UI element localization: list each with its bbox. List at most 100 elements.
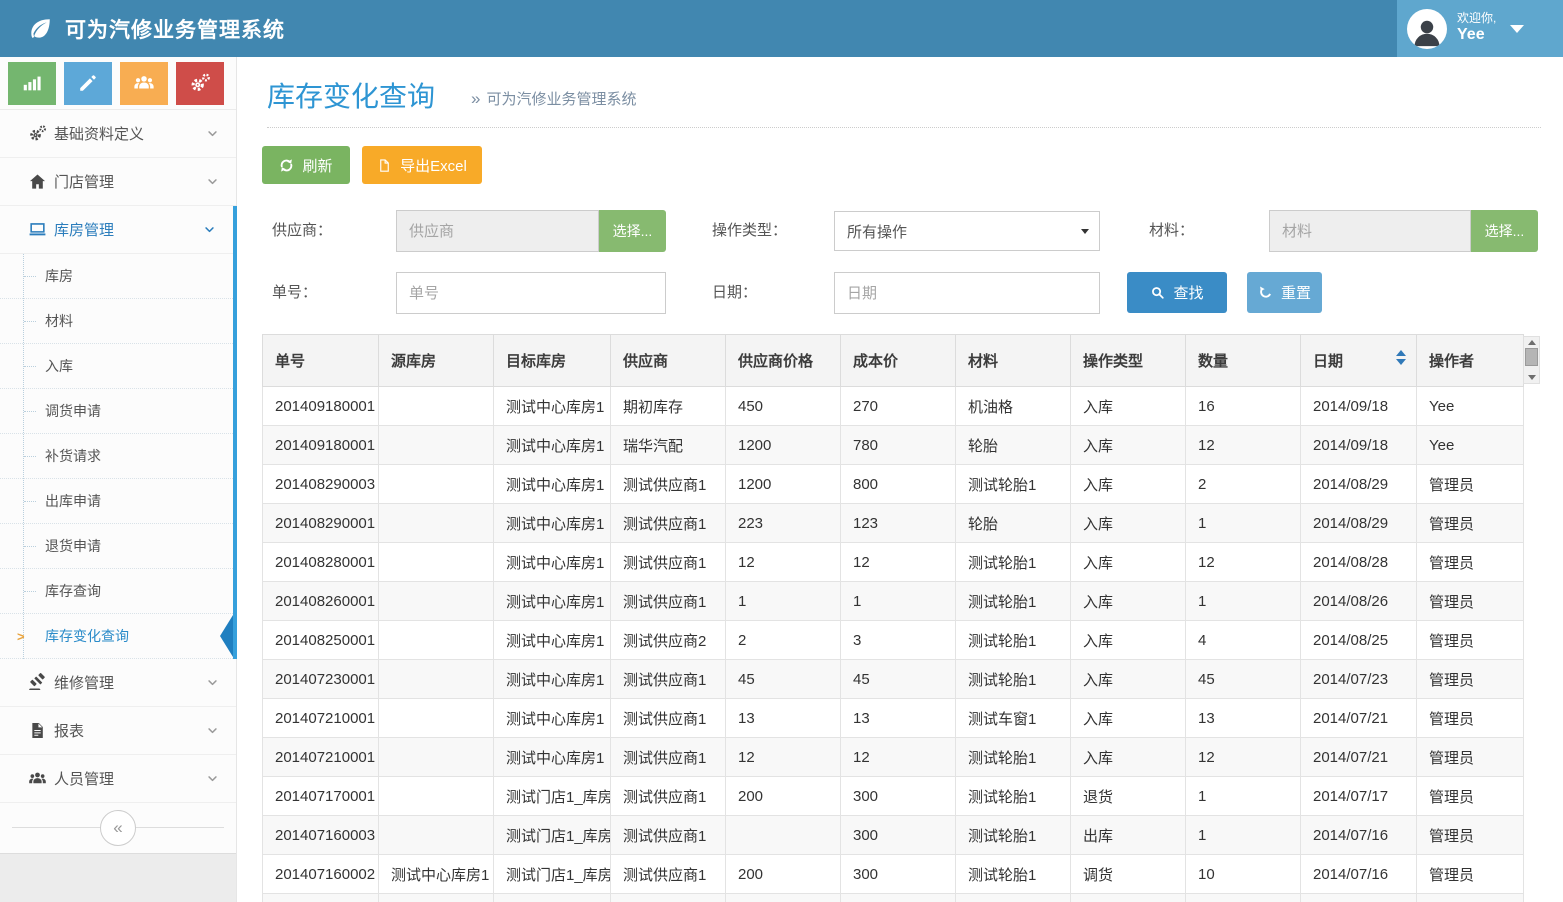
sidebar-item-label: 基础资料定义 xyxy=(54,123,205,144)
app-brand: 可为汽修业务管理系统 xyxy=(0,0,285,57)
desktop-icon xyxy=(20,220,54,239)
table-row[interactable]: 201409180001测试中心库房1期初库存450270机油格入库162014… xyxy=(263,387,1524,426)
table-cell: 期初库存 xyxy=(611,387,726,426)
active-item-arrow-icon xyxy=(220,615,233,657)
table-cell: Yee xyxy=(1417,387,1524,426)
scroll-up-icon[interactable] xyxy=(1528,340,1536,345)
sort-icon[interactable] xyxy=(1396,350,1410,365)
sidebar-subitem-入库[interactable]: 入库 xyxy=(0,344,233,389)
supplier-input[interactable] xyxy=(396,210,599,252)
sidebar-subitem-出库申请[interactable]: 出库申请 xyxy=(0,479,233,524)
table-row[interactable]: 201407160003测试门店1_库房测试供应商1300测试轮胎1出库1201… xyxy=(263,816,1524,855)
sidebar-item-报表[interactable]: 报表 xyxy=(0,707,236,755)
sidebar-item-基础资料定义[interactable]: 基础资料定义 xyxy=(0,110,236,158)
column-header-源库房[interactable]: 源库房 xyxy=(379,335,494,387)
operation-type-select[interactable]: 所有操作 xyxy=(834,211,1100,251)
table-cell: 1 xyxy=(726,582,841,621)
column-header-材料[interactable]: 材料 xyxy=(956,335,1071,387)
table-row[interactable]: 201408290003测试中心库房1测试供应商11200800测试轮胎1入库2… xyxy=(263,465,1524,504)
table-row[interactable]: 201408260001测试中心库房1测试供应商111测试轮胎1入库12014/… xyxy=(263,582,1524,621)
table-cell xyxy=(379,777,494,816)
table-row[interactable]: 201407160002测试中心库房1测试门店1_库房测试供应商1200300测… xyxy=(263,855,1524,894)
sidebar-subitem-库存变化查询[interactable]: >库存变化查询 xyxy=(0,614,233,659)
column-header-供应商价格[interactable]: 供应商价格 xyxy=(726,335,841,387)
sidebar-subitem-库房[interactable]: 库房 xyxy=(0,254,233,299)
sidebar-item-人员管理[interactable]: 人员管理 xyxy=(0,755,236,803)
home-icon xyxy=(20,172,54,191)
sidebar-subitem-退货申请[interactable]: 退货申请 xyxy=(0,524,233,569)
table-row[interactable]: 201409180001测试中心库房1瑞华汽配1200780轮胎入库122014… xyxy=(263,426,1524,465)
export-excel-button[interactable]: 导出Excel xyxy=(362,146,482,184)
table-row[interactable]: 201408290001测试中心库房1测试供应商1223123轮胎入库12014… xyxy=(263,504,1524,543)
chart-bars-icon xyxy=(21,72,43,94)
material-choose-button[interactable]: 选择... xyxy=(1471,210,1538,252)
sidebar-subitem-材料[interactable]: 材料 xyxy=(0,299,233,344)
page-title: 库存变化查询 xyxy=(267,75,435,115)
table-cell: 1 xyxy=(1186,504,1301,543)
quick-gears-button[interactable] xyxy=(176,62,224,105)
column-header-label: 操作类型 xyxy=(1083,353,1143,370)
date-input[interactable] xyxy=(834,272,1100,314)
table-cell: 测试中心库房1 xyxy=(494,738,611,777)
table-cell: 200 xyxy=(726,855,841,894)
user-text: 欢迎你, Yee xyxy=(1457,12,1496,44)
sidebar-subitem-调货申请[interactable]: 调货申请 xyxy=(0,389,233,434)
table-cell: 2014/09/18 xyxy=(1301,387,1417,426)
table-scrollbar[interactable] xyxy=(1523,336,1540,384)
table-row[interactable]: 201407210001测试中心库房1测试供应商11313测试车窗1入库1320… xyxy=(263,699,1524,738)
column-header-label: 日期 xyxy=(1313,353,1343,370)
table-cell: 测试中心库房1 xyxy=(379,855,494,894)
sidebar-item-维修管理[interactable]: 维修管理 xyxy=(0,659,236,707)
table-cell: 1 xyxy=(841,582,956,621)
sidebar-item-门店管理[interactable]: 门店管理 xyxy=(0,158,236,206)
sidebar-subitem-补货请求[interactable]: 补货请求 xyxy=(0,434,233,479)
column-header-操作者[interactable]: 操作者 xyxy=(1417,335,1524,387)
quick-chart-bars-button[interactable] xyxy=(8,62,56,105)
table-row[interactable]: 201407170001测试门店1_库房测试供应商1200300测试轮胎1退货1… xyxy=(263,777,1524,816)
quick-pencil-button[interactable] xyxy=(64,62,112,105)
column-header-目标库房[interactable]: 目标库房 xyxy=(494,335,611,387)
table-cell: 测试轮胎1 xyxy=(956,660,1071,699)
chevron-down-icon xyxy=(205,126,220,141)
reset-button[interactable]: 重置 xyxy=(1247,272,1322,313)
table-cell: 201408290001 xyxy=(263,504,379,543)
table-cell: 45 xyxy=(726,660,841,699)
table-cell: 测试中心库房1 xyxy=(494,699,611,738)
table-cell: 测试轮胎1 xyxy=(956,816,1071,855)
supplier-choose-button[interactable]: 选择... xyxy=(599,210,666,252)
quick-users-button[interactable] xyxy=(120,62,168,105)
table-row[interactable]: 201407230001测试中心库房1测试供应商14545测试轮胎1入库4520… xyxy=(263,660,1524,699)
column-header-供应商[interactable]: 供应商 xyxy=(611,335,726,387)
column-header-成本价[interactable]: 成本价 xyxy=(841,335,956,387)
table-cell: 12 xyxy=(1186,543,1301,582)
column-header-数量[interactable]: 数量 xyxy=(1186,335,1301,387)
column-header-label: 操作者 xyxy=(1429,353,1474,370)
refresh-button[interactable]: 刷新 xyxy=(262,146,350,184)
column-header-操作类型[interactable]: 操作类型 xyxy=(1071,335,1186,387)
user-menu[interactable]: 欢迎你, Yee xyxy=(1397,0,1563,57)
table-cell: 测试供应商1 xyxy=(611,816,726,855)
table-cell: 201407210001 xyxy=(263,738,379,777)
search-icon xyxy=(1150,285,1165,300)
table-cell: 200 xyxy=(726,777,841,816)
table-row[interactable]: 201407210001测试中心库房1测试供应商11212测试轮胎1入库1220… xyxy=(263,738,1524,777)
search-button[interactable]: 查找 xyxy=(1127,272,1227,313)
sidebar-item-库房管理[interactable]: 库房管理 xyxy=(0,206,233,254)
material-input[interactable] xyxy=(1269,210,1471,252)
table-cell: 测试供应商1 xyxy=(611,777,726,816)
sidebar-subitem-label: 出库申请 xyxy=(45,493,101,509)
table-row[interactable]: 201408280001测试中心库房1测试供应商11212测试轮胎1入库1220… xyxy=(263,543,1524,582)
table-row[interactable]: 201408250001测试中心库房1测试供应商223测试轮胎1入库42014/… xyxy=(263,621,1524,660)
order-number-input[interactable] xyxy=(396,272,666,314)
scroll-down-icon[interactable] xyxy=(1528,375,1536,380)
table-cell xyxy=(956,894,1071,902)
table-cell: 入库 xyxy=(1071,582,1186,621)
sidebar-subitem-库存查询[interactable]: 库存查询 xyxy=(0,569,233,614)
table-cell: 2014/08/29 xyxy=(1301,504,1417,543)
column-header-单号[interactable]: 单号 xyxy=(263,335,379,387)
scroll-thumb[interactable] xyxy=(1525,348,1538,366)
table-cell: 300 xyxy=(841,855,956,894)
supplier-label: 供应商： xyxy=(272,210,332,252)
column-header-日期[interactable]: 日期 xyxy=(1301,335,1417,387)
sidebar-collapse-button[interactable]: « xyxy=(100,810,136,846)
